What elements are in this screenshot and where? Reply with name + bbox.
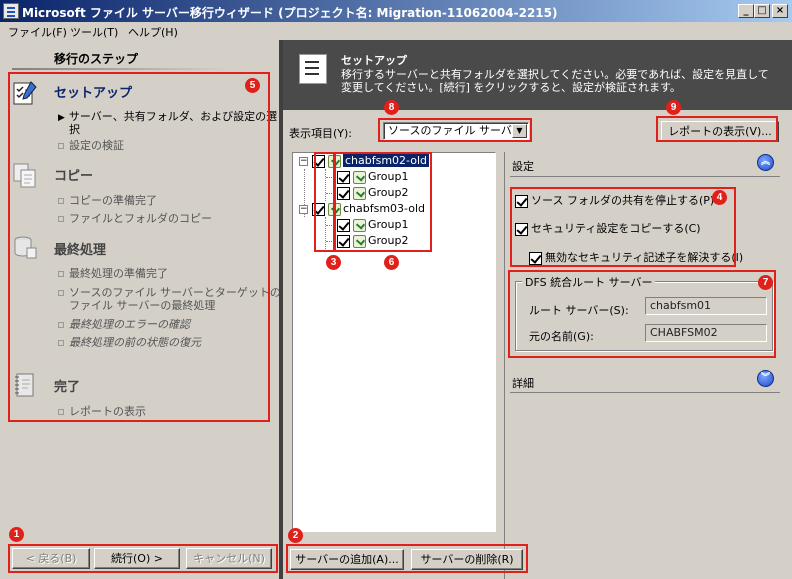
- details-title: 詳細: [512, 377, 534, 390]
- step-header: セットアップ 移行するサーバーと共有フォルダを選択してください。必要であれば、設…: [283, 40, 792, 110]
- callout-frame-5: [8, 72, 270, 422]
- callout-badge-1: 1: [9, 527, 24, 542]
- steps-divider: [12, 68, 228, 70]
- window-title: Microsoft ファイル サーバー移行ウィザード (プロジェクト名: Mig…: [22, 6, 558, 20]
- menu-tools[interactable]: ツール(T): [70, 24, 118, 40]
- minimize-button[interactable]: _: [738, 4, 754, 18]
- close-button[interactable]: ×: [772, 4, 788, 18]
- callout-badge-6: 6: [384, 255, 399, 270]
- panel-divider: [504, 152, 505, 579]
- callout-frame-6: [334, 152, 432, 252]
- callout-badge-2: 2: [288, 528, 303, 543]
- menu-bar: ファイル(F) ツール(T) ヘルプ(H): [0, 22, 792, 40]
- header-title: セットアップ: [341, 54, 407, 67]
- collapse-minus-icon[interactable]: −: [299, 156, 308, 166]
- steps-heading: 移行のステップ: [54, 52, 139, 66]
- callout-frame-3: [314, 152, 335, 252]
- maximize-button[interactable]: □: [754, 4, 770, 18]
- callout-frame-1: [8, 544, 278, 573]
- display-items-label: 表示項目(Y):: [289, 127, 353, 140]
- header-description: 移行するサーバーと共有フォルダを選択してください。必要であれば、設定を見直して変…: [341, 68, 769, 94]
- expand-down-icon[interactable]: ︾: [757, 370, 774, 387]
- callout-badge-9: 9: [666, 100, 681, 115]
- callout-frame-9: [656, 116, 778, 142]
- collapse-up-icon[interactable]: ︽: [757, 154, 774, 171]
- callout-badge-3: 3: [326, 255, 341, 270]
- collapse-minus-icon[interactable]: −: [299, 204, 308, 214]
- settings-title: 設定: [512, 160, 534, 173]
- menu-help[interactable]: ヘルプ(H): [128, 24, 178, 40]
- callout-frame-4: [510, 187, 736, 267]
- callout-badge-8: 8: [384, 100, 399, 115]
- callout-badge-4: 4: [712, 190, 727, 205]
- menu-file[interactable]: ファイル(F): [8, 24, 67, 40]
- callout-frame-7: [508, 270, 776, 358]
- callout-frame-8: [378, 118, 532, 142]
- callout-badge-5: 5: [245, 78, 260, 93]
- callout-badge-7: 7: [758, 275, 773, 290]
- setup-checklist-icon: [299, 54, 327, 84]
- callout-frame-2: [286, 544, 528, 573]
- app-icon: [3, 3, 19, 19]
- title-bar: Microsoft ファイル サーバー移行ウィザード (プロジェクト名: Mig…: [0, 0, 792, 22]
